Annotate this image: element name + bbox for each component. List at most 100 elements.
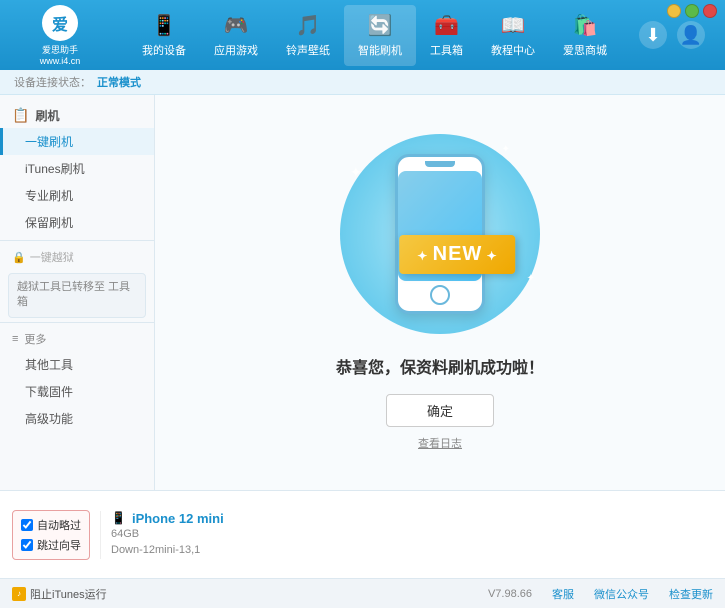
more-icon: ≡: [12, 333, 18, 345]
logo-area: 爱 爱思助手 www.i4.cn: [10, 5, 110, 66]
nav-item-my-device[interactable]: 📱 我的设备: [128, 5, 200, 66]
version-label: V7.98.66: [488, 588, 532, 600]
sidebar-jailbreak-locked: 🔒 一键越狱: [0, 245, 154, 269]
device-storage: 64GB: [111, 526, 713, 543]
phone-home-button: [430, 285, 450, 305]
download-button[interactable]: ⬇: [639, 21, 667, 49]
sidebar-item-other-tools[interactable]: 其他工具: [0, 351, 154, 378]
footer-left: ♪ 阻止iTunes运行: [12, 586, 478, 602]
download-firmware-label: 下载固件: [25, 385, 73, 399]
phone-shape: [395, 154, 485, 314]
secondary-link[interactable]: 查看日志: [418, 435, 462, 451]
sidebar-item-itunes-flash[interactable]: iTunes刷机: [0, 155, 154, 182]
customer-service-link[interactable]: 客服: [552, 586, 574, 602]
header-right: ⬇ 👤: [639, 21, 715, 49]
checkbox-skip-wizard[interactable]: 跳过向导: [21, 537, 81, 553]
footer-right: V7.98.66 客服 微信公众号 检查更新: [488, 586, 713, 602]
more-section-title: 更多: [24, 331, 46, 347]
stop-itunes-label: 阻止iTunes运行: [30, 586, 107, 602]
nav-item-ringtones[interactable]: 🎵 铃声壁纸: [272, 5, 344, 66]
auto-skip-label: 自动略过: [37, 517, 81, 533]
sidebar-item-one-key-flash[interactable]: 一键刷机: [0, 128, 154, 155]
logo-circle: 爱: [42, 5, 78, 41]
status-value: 正常模式: [97, 74, 141, 90]
save-flash-label: 保留刷机: [25, 216, 73, 230]
advanced-label: 高级功能: [25, 412, 73, 426]
wechat-link[interactable]: 微信公众号: [594, 586, 649, 602]
device-model: Down-12mini-13,1: [111, 542, 713, 559]
flash-section-title: 刷机: [35, 107, 59, 124]
success-text: 恭喜您，保资料刷机成功啦！: [336, 354, 544, 378]
maximize-button[interactable]: [685, 4, 699, 18]
sidebar-section-flash: 📋 刷机: [0, 103, 154, 128]
user-button[interactable]: 👤: [677, 21, 705, 49]
smart-flash-icon: 🔄: [368, 13, 393, 38]
app-title: 爱思助手: [42, 43, 78, 56]
phone-notch: [425, 161, 455, 167]
logo-icon: 爱: [52, 11, 68, 35]
skip-wizard-checkbox[interactable]: [21, 539, 33, 551]
status-footer: ♪ 阻止iTunes运行 V7.98.66 客服 微信公众号 检查更新: [0, 578, 725, 608]
pro-flash-label: 专业刷机: [25, 189, 73, 203]
status-label: 设备连接状态：: [14, 74, 91, 90]
nav-label-smart-flash: 智能刷机: [358, 42, 402, 58]
sidebar-item-pro-flash[interactable]: 专业刷机: [0, 182, 154, 209]
sidebar-warning-box: 越狱工具已转移至 工具箱: [8, 273, 146, 318]
sidebar-item-advanced[interactable]: 高级功能: [0, 405, 154, 432]
jailbreak-section-title: 一键越狱: [30, 249, 74, 265]
nav-item-apps-games[interactable]: 🎮 应用游戏: [200, 5, 272, 66]
nav-item-istore[interactable]: 🛍️ 爱思商城: [549, 5, 621, 66]
nav-label-istore: 爱思商城: [563, 42, 607, 58]
nav-label-tutorial: 教程中心: [491, 42, 535, 58]
header: 爱 爱思助手 www.i4.cn 📱 我的设备 🎮 应用游戏 🎵 铃声壁纸 🔄 …: [0, 0, 725, 70]
istore-icon: 🛍️: [573, 13, 598, 38]
sidebar-divider-1: [0, 240, 154, 241]
checkbox-auto-skip[interactable]: 自动略过: [21, 517, 81, 533]
app-subtitle: www.i4.cn: [40, 56, 81, 66]
main-layout: 📋 刷机 一键刷机 iTunes刷机 专业刷机 保留刷机 🔒 一键越狱 越狱工具…: [0, 95, 725, 490]
nav-items: 📱 我的设备 🎮 应用游戏 🎵 铃声壁纸 🔄 智能刷机 🧰 工具箱 📖 教程中心…: [110, 5, 639, 66]
nav-label-ringtones: 铃声壁纸: [286, 42, 330, 58]
nav-item-toolbox[interactable]: 🧰 工具箱: [416, 5, 477, 66]
close-button[interactable]: [703, 4, 717, 18]
lock-icon: 🔒: [12, 251, 26, 264]
one-key-flash-label: 一键刷机: [25, 135, 73, 149]
ringtones-icon: 🎵: [296, 13, 321, 38]
sidebar-divider-2: [0, 322, 154, 323]
bottom-bar: 自动略过 跳过向导 📱 iPhone 12 mini 64GB Down-12m…: [0, 490, 725, 578]
nav-item-tutorial[interactable]: 📖 教程中心: [477, 5, 549, 66]
status-bar: 设备连接状态： 正常模式: [0, 70, 725, 95]
sidebar: 📋 刷机 一键刷机 iTunes刷机 专业刷机 保留刷机 🔒 一键越狱 越狱工具…: [0, 95, 155, 490]
tutorial-icon: 📖: [501, 13, 526, 38]
sidebar-section-more: ≡ 更多: [0, 327, 154, 351]
nav-item-smart-flash[interactable]: 🔄 智能刷机: [344, 5, 416, 66]
warning-text: 越狱工具已转移至 工具箱: [17, 281, 130, 308]
nav-label-toolbox: 工具箱: [430, 42, 463, 58]
nav-label-my-device: 我的设备: [142, 42, 186, 58]
itunes-flash-label: iTunes刷机: [25, 162, 85, 176]
stop-itunes-button[interactable]: ♪ 阻止iTunes运行: [12, 586, 478, 602]
confirm-button[interactable]: 确定: [386, 394, 494, 427]
check-update-link[interactable]: 检查更新: [669, 586, 713, 602]
sparkle-icon-3: ✦: [527, 273, 535, 284]
sparkle-icon-2: ✦: [502, 144, 510, 155]
other-tools-label: 其他工具: [25, 358, 73, 372]
apps-games-icon: 🎮: [224, 13, 249, 38]
device-name: iPhone 12 mini: [132, 511, 224, 526]
sidebar-item-download-firmware[interactable]: 下载固件: [0, 378, 154, 405]
device-info: 📱 iPhone 12 mini 64GB Down-12mini-13,1: [100, 511, 713, 559]
flash-section-icon: 📋: [12, 107, 29, 124]
minimize-button[interactable]: [667, 4, 681, 18]
skip-wizard-label: 跳过向导: [37, 537, 81, 553]
toolbox-icon: 🧰: [434, 13, 459, 38]
window-controls: [667, 4, 717, 18]
phone-illustration: ✦ ✦ ✦ NEW: [320, 134, 560, 334]
itunes-icon: ♪: [12, 587, 26, 601]
sparkle-icon-1: ✦: [350, 164, 362, 181]
nav-label-apps-games: 应用游戏: [214, 42, 258, 58]
auto-skip-checkbox[interactable]: [21, 519, 33, 531]
content-area: ✦ ✦ ✦ NEW 恭喜您，保资料刷机成功啦！ 确定 查看日志: [155, 95, 725, 490]
sidebar-item-save-flash[interactable]: 保留刷机: [0, 209, 154, 236]
checkbox-group: 自动略过 跳过向导: [12, 510, 90, 560]
new-ribbon: NEW: [399, 235, 515, 274]
